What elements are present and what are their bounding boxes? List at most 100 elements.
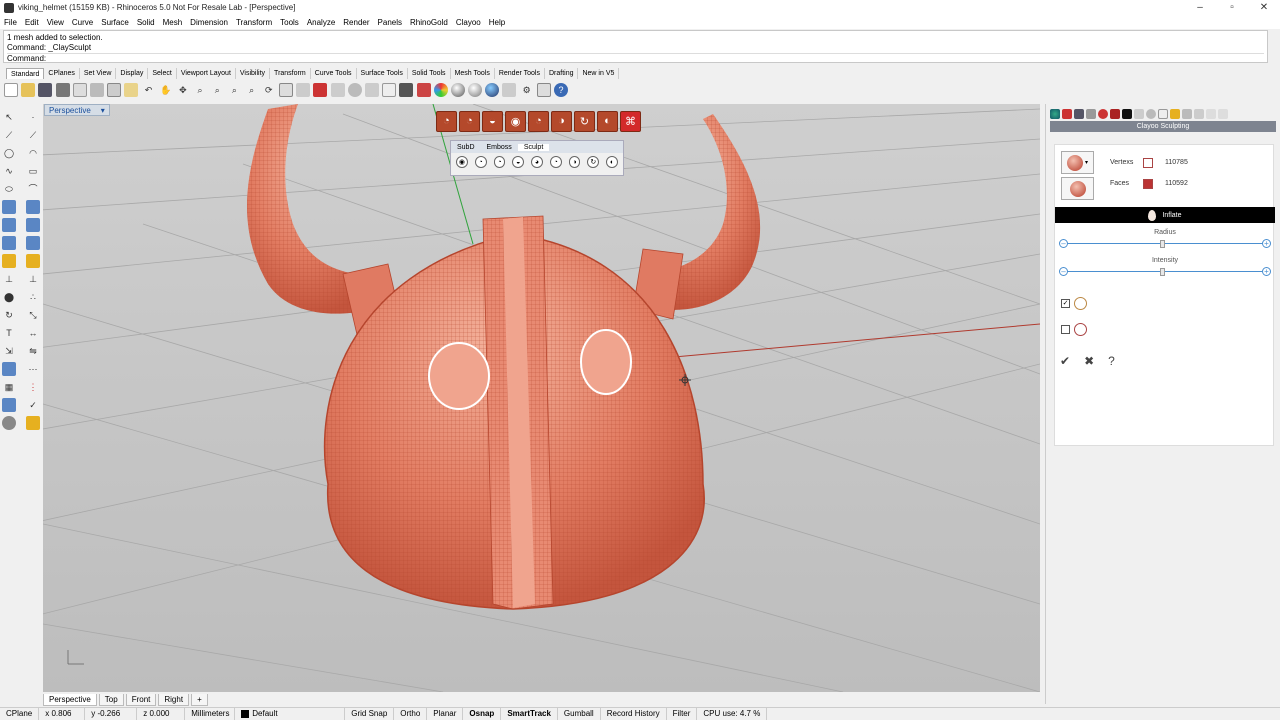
- light-bulb-icon[interactable]: [382, 83, 397, 97]
- menu-panels[interactable]: Panels: [378, 18, 402, 27]
- tab-perspective[interactable]: Perspective: [43, 694, 97, 706]
- tools-icon[interactable]: [536, 83, 551, 97]
- paste-icon[interactable]: [124, 83, 139, 97]
- tab-visibility[interactable]: Visibility: [236, 68, 271, 79]
- line-icon[interactable]: ⟋: [2, 128, 16, 142]
- vertex-mode-button[interactable]: ▾: [1061, 151, 1094, 174]
- menu-curve[interactable]: Curve: [72, 18, 93, 27]
- sculpt-smooth-icon[interactable]: ◑: [568, 156, 581, 168]
- clay-inflate-icon[interactable]: ◉: [505, 110, 526, 132]
- print-icon[interactable]: [55, 83, 70, 97]
- lights-icon[interactable]: [1146, 109, 1156, 119]
- tab-new-in-v5[interactable]: New in V5: [578, 68, 620, 79]
- sculpt-drop-icon[interactable]: ◔: [474, 156, 487, 168]
- sculpt-flatten-icon[interactable]: ◒: [512, 156, 525, 168]
- notes-icon[interactable]: [1194, 109, 1204, 119]
- rectangle-icon[interactable]: ▭: [26, 164, 40, 178]
- trim-icon[interactable]: ⊥: [26, 272, 40, 286]
- menu-edit[interactable]: Edit: [25, 18, 39, 27]
- select-icon[interactable]: [296, 83, 311, 97]
- help-button[interactable]: ?: [1108, 354, 1115, 368]
- arc-icon[interactable]: ◠: [26, 146, 40, 160]
- symmetry-checkbox[interactable]: ✓: [1061, 299, 1070, 308]
- intensity-slider[interactable]: – +: [1059, 267, 1271, 277]
- tab-viewport-layout[interactable]: Viewport Layout: [177, 68, 236, 79]
- restore-button[interactable]: ▫: [1216, 2, 1248, 13]
- sculpt-crease-icon[interactable]: ◔: [549, 156, 562, 168]
- menu-view[interactable]: View: [47, 18, 64, 27]
- dimension-icon[interactable]: ↔: [26, 326, 40, 340]
- freeform-icon[interactable]: ⌒: [26, 182, 40, 196]
- display-icon[interactable]: [1074, 109, 1084, 119]
- clay-mirror-icon[interactable]: ◐: [597, 110, 618, 132]
- tab-front[interactable]: Front: [125, 694, 157, 706]
- circle-icon[interactable]: ◯: [2, 146, 16, 160]
- radius-slider[interactable]: – +: [1059, 239, 1271, 249]
- sculpt-mirror-icon[interactable]: ◐: [606, 156, 619, 168]
- planar-toggle[interactable]: Planar: [427, 708, 464, 720]
- clay-drop-icon[interactable]: ◔: [528, 110, 549, 132]
- box-icon[interactable]: [2, 218, 16, 232]
- point-icon[interactable]: ·: [26, 110, 40, 124]
- tab-mesh-tools[interactable]: Mesh Tools: [451, 68, 495, 79]
- undo-icon[interactable]: ↶: [142, 83, 156, 97]
- menu-solid[interactable]: Solid: [137, 18, 155, 27]
- object-props-icon[interactable]: [364, 83, 379, 97]
- viewport-dropdown-icon[interactable]: ▾: [101, 106, 105, 115]
- matrix-icon[interactable]: [1122, 109, 1132, 119]
- curve-icon[interactable]: ∿: [2, 164, 16, 178]
- dropdown-arrow-icon[interactable]: ▾: [1085, 159, 1088, 166]
- cylinder-icon[interactable]: [2, 236, 16, 250]
- tab-set-view[interactable]: Set View: [80, 68, 117, 79]
- pan-icon[interactable]: ✋: [159, 83, 173, 97]
- render-icon[interactable]: [2, 416, 16, 430]
- zoom-window-icon[interactable]: ⌕: [210, 83, 224, 97]
- tab-drafting[interactable]: Drafting: [545, 68, 579, 79]
- menu-tools[interactable]: Tools: [280, 18, 299, 27]
- select-red-icon[interactable]: [313, 83, 328, 97]
- tab-cplanes[interactable]: CPlanes: [44, 68, 80, 79]
- environment-icon[interactable]: [485, 83, 500, 97]
- add-viewport-button[interactable]: +: [191, 694, 208, 706]
- faces-mode-button[interactable]: [1061, 177, 1094, 200]
- render-sphere-icon[interactable]: [450, 83, 465, 97]
- import-icon[interactable]: [72, 83, 87, 97]
- rotate-icon[interactable]: ↻: [2, 308, 16, 322]
- grid-tools-icon[interactable]: ▦: [2, 380, 16, 394]
- mesh-icon[interactable]: [26, 236, 40, 250]
- toggle-icon[interactable]: [330, 83, 345, 97]
- layers-icon[interactable]: [1062, 109, 1072, 119]
- select-arrow-icon[interactable]: ↖: [2, 110, 16, 124]
- tab-surface-tools[interactable]: Surface Tools: [357, 68, 408, 79]
- material-paint-icon[interactable]: [26, 416, 40, 430]
- tab-top[interactable]: Top: [98, 694, 124, 706]
- intensity-thumb[interactable]: [1160, 268, 1166, 276]
- rotate-view-icon[interactable]: ⟳: [262, 83, 276, 97]
- grid-snap-toggle[interactable]: Grid Snap: [345, 708, 395, 720]
- clay-drop-icon[interactable]: ◔: [436, 110, 457, 132]
- intensity-decrease-button[interactable]: –: [1059, 267, 1068, 276]
- join-icon[interactable]: ⬤: [2, 290, 16, 304]
- jewel-icon[interactable]: [1170, 109, 1180, 119]
- layer-selector[interactable]: Default: [235, 708, 346, 720]
- menu-analyze[interactable]: Analyze: [307, 18, 335, 27]
- fillet-icon[interactable]: [26, 254, 40, 268]
- tab-render-tools[interactable]: Render Tools: [495, 68, 545, 79]
- ortho-toggle[interactable]: Ortho: [394, 708, 428, 720]
- filter-toggle[interactable]: Filter: [667, 708, 698, 720]
- layer-icon[interactable]: [416, 83, 431, 97]
- new-file-icon[interactable]: [4, 83, 18, 97]
- menu-clayoo[interactable]: Clayoo: [456, 18, 481, 27]
- analyze-icon[interactable]: [2, 362, 16, 376]
- move-icon[interactable]: ⇲: [2, 344, 16, 358]
- record-history-toggle[interactable]: Record History: [601, 708, 667, 720]
- tab-right[interactable]: Right: [158, 694, 190, 706]
- copy-icon[interactable]: [107, 83, 122, 97]
- menu-transform[interactable]: Transform: [236, 18, 272, 27]
- snap-icon[interactable]: ⋮: [26, 380, 40, 394]
- command-scrollbar[interactable]: [1268, 30, 1280, 63]
- lock-icon[interactable]: [399, 83, 414, 97]
- cancel-button[interactable]: ✖: [1084, 354, 1094, 368]
- clay-refresh-icon[interactable]: ↻: [574, 110, 595, 132]
- rhinogold-icon[interactable]: [1110, 109, 1120, 119]
